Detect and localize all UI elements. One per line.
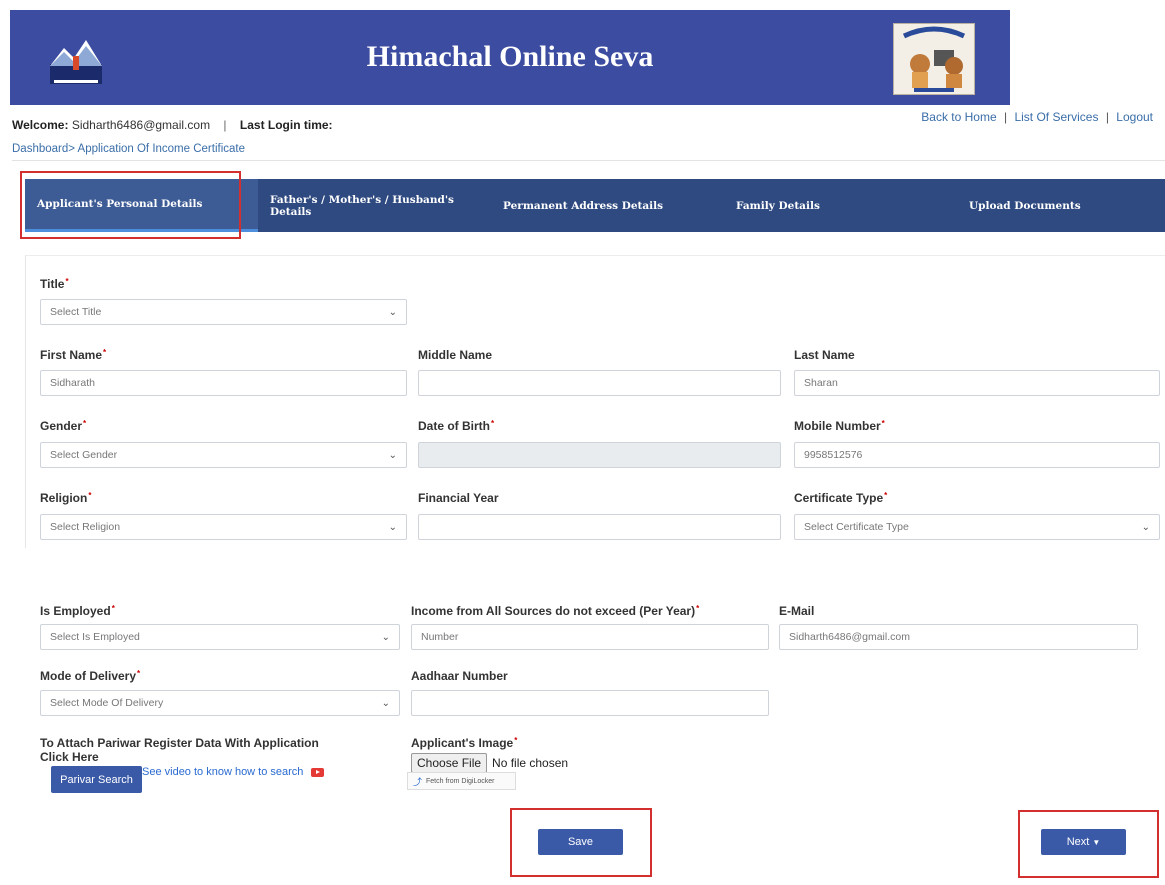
welcome-line: Welcome: Sidharth6486@gmail.com | Last L… — [12, 118, 333, 132]
tab-family-details[interactable]: Family Details — [724, 179, 957, 232]
back-to-home-link[interactable]: Back to Home — [921, 110, 996, 124]
chevron-down-icon: ⌄ — [388, 521, 397, 533]
title-label: Title* — [40, 277, 69, 291]
last-name-input[interactable]: Sharan — [794, 370, 1160, 396]
applicant-image-label: Applicant's Image* — [411, 736, 518, 750]
religion-label: Religion* — [40, 491, 92, 505]
digilocker-text: Fetch from DigiLocker — [426, 777, 495, 785]
digilocker-icon: ⤴ — [413, 776, 423, 787]
middle-name-label: Middle Name — [418, 348, 493, 362]
chevron-down-icon: ⌄ — [388, 306, 397, 318]
aadhaar-input[interactable] — [411, 690, 769, 716]
last-login-label: Last Login time: — [239, 118, 333, 132]
no-file-text: No file chosen — [492, 756, 569, 770]
top-links: Back to Home | List Of Services | Logout — [921, 110, 1153, 124]
delivery-label: Mode of Delivery* — [40, 669, 141, 683]
user-email: Sidharth6486@gmail.com — [71, 118, 211, 132]
file-chooser: Choose File No file chosen — [411, 753, 568, 773]
list-of-services-link[interactable]: List Of Services — [1014, 110, 1098, 124]
tab-upload-documents[interactable]: Upload Documents — [957, 179, 1165, 232]
digilocker-button[interactable]: ⤴ Fetch from DigiLocker — [407, 772, 516, 790]
religion-select[interactable]: Select Religion ⌄ — [40, 514, 407, 540]
email-input[interactable]: Sidharth6486@gmail.com — [779, 624, 1138, 650]
financial-year-label: Financial Year — [418, 491, 499, 505]
employed-select[interactable]: Select Is Employed ⌄ — [40, 624, 400, 650]
breadcrumb[interactable]: Dashboard> Application Of Income Certifi… — [12, 143, 245, 155]
link-separator: | — [1003, 110, 1008, 124]
separator: | — [223, 118, 227, 132]
divider — [12, 160, 1165, 161]
pariwar-text-line1: To Attach Pariwar Register Data With App… — [40, 736, 319, 750]
mobile-input[interactable]: 9958512576 — [794, 442, 1160, 468]
chevron-down-icon: ⌄ — [381, 697, 390, 709]
site-title: Himachal Online Seva — [366, 40, 654, 73]
aadhaar-label: Aadhaar Number — [411, 669, 508, 683]
highlight-box-save — [510, 808, 652, 877]
chevron-down-icon: ⌄ — [1141, 521, 1150, 533]
financial-year-input[interactable] — [418, 514, 781, 540]
highlight-box-tab — [20, 171, 241, 239]
delivery-select[interactable]: Select Mode Of Delivery ⌄ — [40, 690, 400, 716]
certificate-type-select[interactable]: Select Certificate Type ⌄ — [794, 514, 1160, 540]
pariwar-text-line2: Click Here — [40, 750, 99, 764]
gender-select[interactable]: Select Gender ⌄ — [40, 442, 407, 468]
income-label: Income from All Sources do not exceed (P… — [411, 604, 700, 618]
tab-permanent-address[interactable]: Permanent Address Details — [491, 179, 724, 232]
parivar-search-button[interactable]: Parivar Search — [51, 766, 142, 793]
video-help-link[interactable]: See video to know how to search — [142, 766, 325, 778]
mobile-label: Mobile Number* — [794, 419, 885, 433]
first-name-input[interactable]: Sidharath — [40, 370, 407, 396]
lok-mitra-logo — [893, 23, 975, 95]
email-label: E-Mail — [779, 604, 815, 618]
dob-input[interactable] — [418, 442, 781, 468]
site-header: Himachal Online Seva — [10, 10, 1010, 105]
welcome-label: Welcome: — [12, 118, 69, 132]
video-link-text: See video to know how to search — [142, 766, 304, 778]
highlight-box-next — [1018, 810, 1159, 878]
youtube-icon — [311, 767, 325, 777]
income-input[interactable]: Number — [411, 624, 769, 650]
certificate-type-label: Certificate Type* — [794, 491, 888, 505]
chevron-down-icon: ⌄ — [388, 449, 397, 461]
employed-label: Is Employed* — [40, 604, 115, 618]
chevron-down-icon: ⌄ — [381, 631, 390, 643]
tab-parent-details[interactable]: Father's / Mother's / Husband's Details — [258, 179, 491, 232]
link-separator: | — [1105, 110, 1109, 124]
first-name-label: First Name* — [40, 348, 107, 362]
middle-name-input[interactable] — [418, 370, 781, 396]
title-select[interactable]: Select Title ⌄ — [40, 299, 407, 325]
logout-link[interactable]: Logout — [1116, 110, 1153, 124]
choose-file-button[interactable]: Choose File — [411, 753, 488, 773]
dob-label: Date of Birth* — [418, 419, 495, 433]
gender-label: Gender* — [40, 419, 87, 433]
last-name-label: Last Name — [794, 348, 855, 362]
